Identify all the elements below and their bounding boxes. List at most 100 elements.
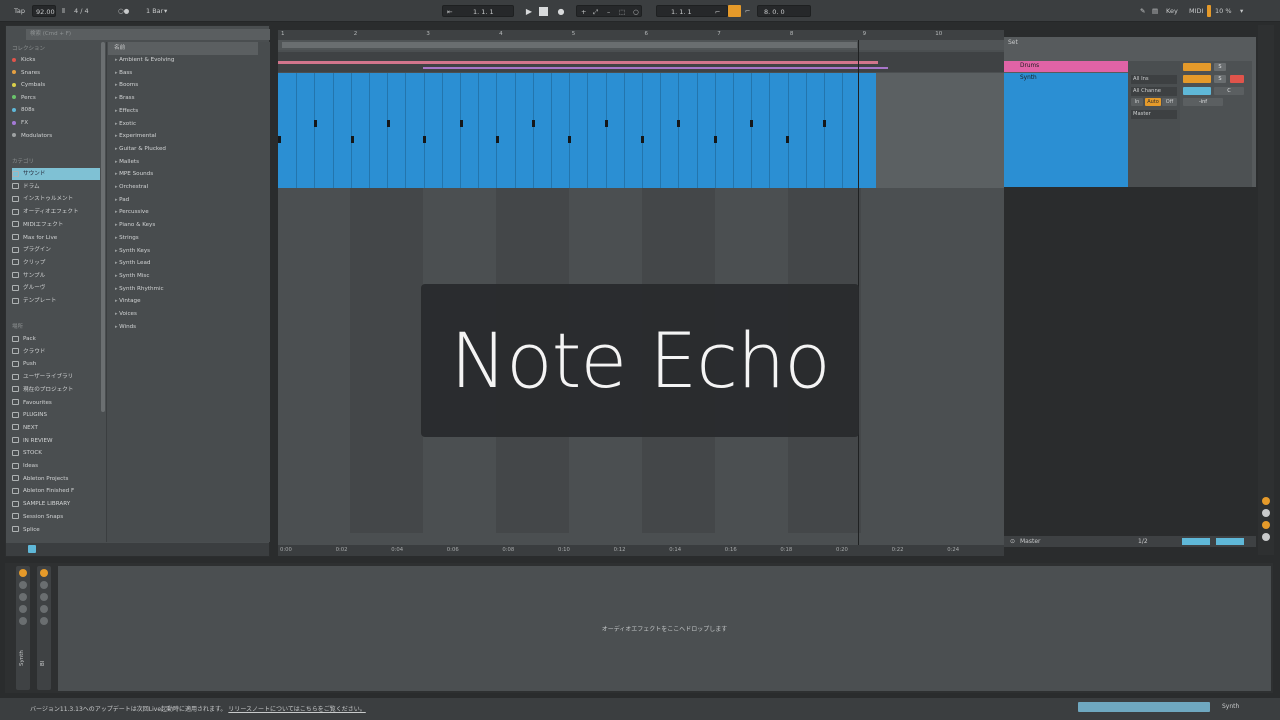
category-item[interactable]: Max for Live <box>12 232 100 244</box>
record-icon[interactable]: ● <box>555 5 567 17</box>
synth-track-lane[interactable] <box>876 73 1004 188</box>
browser-list-item[interactable]: Brass <box>115 92 134 105</box>
place-item[interactable]: ユーザーライブラリ <box>12 371 100 383</box>
metronome-icon[interactable]: ⦀ <box>62 5 65 17</box>
collection-item[interactable]: FX <box>12 117 100 129</box>
input-type-select[interactable]: All Ins <box>1131 75 1177 84</box>
computer-keyboard-icon[interactable]: ▤ <box>1152 5 1158 17</box>
search-input[interactable]: 検索 (Cmd + F) <box>26 29 270 40</box>
device-strip-synth[interactable]: Synth <box>16 566 30 690</box>
device-strip-bl[interactable]: Bl <box>37 566 51 690</box>
punch-in-icon[interactable]: ⌐ <box>715 6 720 18</box>
browser-list-item[interactable]: Guitar & Plucked <box>115 143 166 156</box>
midi-note[interactable] <box>604 120 608 127</box>
master-track-row[interactable]: ⊙ Master 1/2 <box>1004 536 1256 547</box>
re-enable-icon[interactable]: – <box>607 6 610 18</box>
device-knob-icon[interactable] <box>19 593 27 601</box>
play-icon[interactable]: ▶ <box>523 5 535 17</box>
loop-brace[interactable] <box>278 40 1004 50</box>
mixer-toggle-icon[interactable] <box>1262 533 1270 541</box>
browser-list-item[interactable]: Booms <box>115 79 138 92</box>
loop-length-field[interactable]: 8. 0. 0 <box>757 5 811 17</box>
volume-readout[interactable]: -inf <box>1183 98 1223 106</box>
device-knob-icon[interactable] <box>40 617 48 625</box>
category-item[interactable]: サンプル <box>12 270 100 282</box>
collection-item[interactable]: Snares <box>12 67 100 79</box>
midi-note[interactable] <box>568 136 572 143</box>
loop-switch-icon[interactable] <box>728 5 741 17</box>
key-map-button[interactable]: Key <box>1166 5 1178 17</box>
synth-solo-button[interactable]: S <box>1214 75 1226 83</box>
stop-icon[interactable] <box>539 7 548 16</box>
punch-out-icon[interactable]: ⌐ <box>745 5 750 17</box>
place-item[interactable]: SAMPLE LIBRARY <box>12 498 100 510</box>
collection-item[interactable]: 808s <box>12 104 100 116</box>
midi-note[interactable] <box>278 136 281 143</box>
midi-note[interactable] <box>532 120 536 127</box>
draw-mode-icon[interactable]: ✎ <box>1140 5 1145 17</box>
place-item[interactable]: NEXT <box>12 422 100 434</box>
master-track-name[interactable]: Master <box>1020 538 1041 545</box>
place-item[interactable]: Push <box>12 358 100 370</box>
overview-icon[interactable] <box>1262 497 1270 505</box>
browser-list-item[interactable]: Synth Keys <box>115 245 150 258</box>
drums-clip[interactable] <box>278 61 878 64</box>
midi-note[interactable] <box>350 136 354 143</box>
browser-list-item[interactable]: Orchestral <box>115 181 148 194</box>
time-ruler[interactable]: 0:00 0:02 0:04 0:06 0:08 0:10 0:12 0:14 0:16 0:18… <box>278 545 1004 556</box>
browser-list-item[interactable]: Synth Misc <box>115 270 149 283</box>
place-item[interactable]: Pack <box>12 333 100 345</box>
monitor-auto-button[interactable]: Auto <box>1145 98 1161 106</box>
midi-map-button[interactable]: MIDI <box>1189 5 1203 17</box>
midi-note[interactable] <box>822 120 826 127</box>
collection-item[interactable]: Cymbals <box>12 79 100 91</box>
session-record-icon[interactable]: ○ <box>633 6 639 18</box>
volume-slider[interactable] <box>1183 87 1211 95</box>
chevron-down-icon[interactable]: ▾ <box>164 5 167 17</box>
browser-list-item[interactable]: Vintage <box>115 295 140 308</box>
synth-midi-clip[interactable] <box>278 73 876 188</box>
midi-note[interactable] <box>713 136 717 143</box>
browser-list-item[interactable]: Synth Lead <box>115 257 150 270</box>
pan-control[interactable]: C <box>1214 87 1244 95</box>
device-knob-icon[interactable] <box>40 605 48 613</box>
overdub-icon[interactable]: + <box>581 6 586 18</box>
drums-solo-button[interactable]: S <box>1214 63 1226 71</box>
place-item[interactable]: Ableton Finished F <box>12 485 100 497</box>
master-pan-control[interactable] <box>1216 538 1244 545</box>
category-item[interactable]: プラグイン <box>12 244 100 256</box>
category-item[interactable]: サウンド <box>12 168 100 180</box>
midi-note[interactable] <box>495 136 499 143</box>
browser-list-item[interactable]: Synth Rhythmic <box>115 283 163 296</box>
category-item[interactable]: グルーヴ <box>12 282 100 294</box>
browser-list-item[interactable]: Winds <box>115 321 136 334</box>
category-item[interactable]: ドラム <box>12 181 100 193</box>
metronome-toggle-icon[interactable]: ○● <box>118 5 129 17</box>
browser-list-item[interactable]: Exotic <box>115 118 136 131</box>
master-output-select[interactable]: 1/2 <box>1138 538 1148 545</box>
arrangement-vertical-scrollbar[interactable] <box>1258 25 1274 555</box>
device-activator-icon[interactable] <box>19 569 27 577</box>
browser-list-item[interactable]: MPE Sounds <box>115 168 153 181</box>
place-item[interactable]: Session Snaps <box>12 511 100 523</box>
automation-line[interactable] <box>423 67 888 69</box>
tempo-field[interactable]: 92.00 <box>32 5 56 17</box>
browser-list-item[interactable]: Experimental <box>115 130 156 143</box>
browser-list-item[interactable]: Piano & Keys <box>115 219 155 232</box>
device-knob-icon[interactable] <box>19 617 27 625</box>
device-knob-icon[interactable] <box>40 593 48 601</box>
collection-item[interactable]: Modulators <box>12 130 100 142</box>
synth-activator-button[interactable] <box>1183 75 1211 83</box>
name-column-header[interactable]: 名前 <box>108 42 258 55</box>
output-select[interactable]: Master <box>1131 110 1177 119</box>
signature-field[interactable]: 4 / 4 <box>74 5 89 17</box>
midi-note[interactable] <box>314 120 318 127</box>
browser-list-item[interactable]: Pad <box>115 194 129 207</box>
loop-start-field[interactable]: 1. 1. 1 ⌐ <box>656 5 728 17</box>
loop-region[interactable] <box>282 42 857 48</box>
automation-arm-icon[interactable]: ⤢ <box>593 6 598 18</box>
browser-list-item[interactable]: Ambient & Evolving <box>115 54 174 67</box>
drums-track-lane[interactable] <box>278 52 1004 72</box>
tap-button[interactable]: Tap <box>14 5 25 17</box>
browser-list-item[interactable]: Strings <box>115 232 139 245</box>
